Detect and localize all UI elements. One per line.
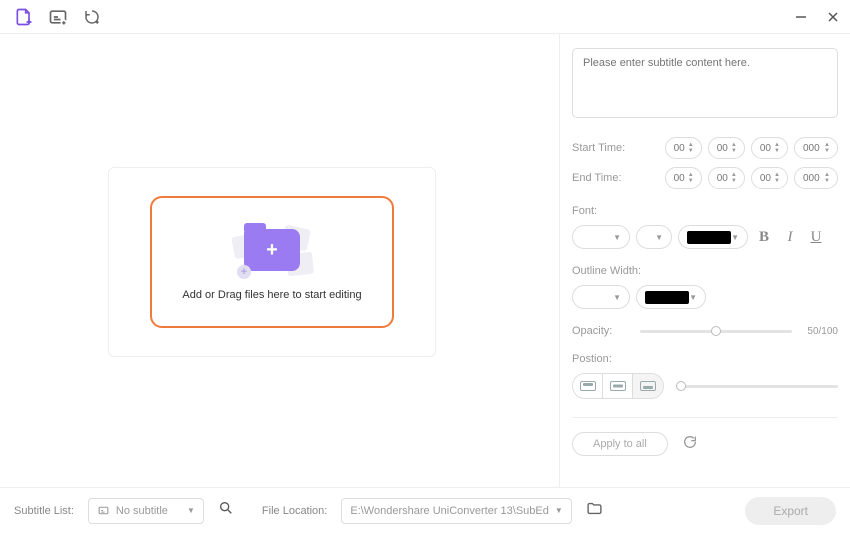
start-hh-stepper[interactable]: 00▲▼ — [665, 137, 702, 159]
tab-add-file-icon[interactable] — [14, 7, 34, 27]
outline-controls-row: ▼ ▼ — [572, 285, 838, 309]
position-bottom-button[interactable] — [633, 374, 663, 398]
position-controls — [572, 373, 838, 399]
italic-button[interactable]: I — [780, 227, 800, 247]
open-folder-icon[interactable] — [586, 500, 603, 522]
dropzone-folder-icon: + + — [241, 223, 303, 277]
opacity-value: 50/100 — [800, 326, 838, 337]
search-icon[interactable] — [218, 500, 234, 521]
underline-button[interactable]: U — [806, 227, 826, 247]
tab-add-subtitle-icon[interactable] — [48, 7, 68, 27]
footer: Subtitle List: No subtitle ▼ File Locati… — [0, 487, 850, 533]
close-button[interactable] — [824, 8, 842, 26]
outline-color-swatch — [645, 291, 689, 304]
dropzone[interactable]: + + Add or Drag files here to start edit… — [150, 196, 394, 328]
opacity-row: Opacity: 50/100 — [572, 325, 838, 337]
subtitle-content-input[interactable] — [572, 48, 838, 118]
font-controls-row: ▼ ▼ ▼ B I U — [572, 225, 838, 249]
bold-button[interactable]: B — [754, 227, 774, 247]
start-mm-stepper[interactable]: 00▲▼ — [708, 137, 745, 159]
start-ms-stepper[interactable]: 000▲▼ — [794, 137, 838, 159]
start-ss-stepper[interactable]: 00▲▼ — [751, 137, 788, 159]
font-color-swatch — [687, 231, 731, 244]
position-slider[interactable] — [676, 385, 838, 388]
tab-restore-icon[interactable] — [82, 7, 102, 27]
font-family-select[interactable]: ▼ — [572, 225, 630, 249]
window-controls — [792, 8, 842, 26]
end-time-row: End Time: 00▲▼ 00▲▼ 00▲▼ 000▲▼ — [572, 167, 838, 189]
export-button[interactable]: Export — [745, 497, 836, 525]
end-ss-stepper[interactable]: 00▲▼ — [751, 167, 788, 189]
titlebar — [0, 0, 850, 34]
apply-row: Apply to all — [572, 432, 838, 456]
start-time-label: Start Time: — [572, 142, 642, 154]
file-location-label: File Location: — [262, 505, 327, 517]
divider — [572, 417, 838, 418]
start-time-row: Start Time: 00▲▼ 00▲▼ 00▲▼ 000▲▼ — [572, 137, 838, 159]
controls-pane: Start Time: 00▲▼ 00▲▼ 00▲▼ 000▲▼ End Tim… — [560, 34, 850, 487]
position-label: Postion: — [572, 353, 838, 365]
end-time-label: End Time: — [572, 172, 642, 184]
minimize-button[interactable] — [792, 8, 810, 26]
file-location-select[interactable]: E:\Wondershare UniConverter 13\SubEd ▼ — [341, 498, 571, 524]
font-size-select[interactable]: ▼ — [636, 225, 672, 249]
main: + + Add or Drag files here to start edit… — [0, 34, 850, 487]
opacity-label: Opacity: — [572, 325, 632, 337]
preview-pane: + + Add or Drag files here to start edit… — [0, 34, 560, 487]
subtitle-list-select[interactable]: No subtitle ▼ — [88, 498, 204, 524]
opacity-slider[interactable] — [640, 330, 792, 333]
position-middle-button[interactable] — [603, 374, 633, 398]
position-top-button[interactable] — [573, 374, 603, 398]
preview-card: + + Add or Drag files here to start edit… — [108, 167, 436, 357]
outline-color-select[interactable]: ▼ — [636, 285, 706, 309]
apply-to-all-button[interactable]: Apply to all — [572, 432, 668, 456]
position-segment — [572, 373, 664, 399]
font-label: Font: — [572, 205, 838, 217]
outline-width-select[interactable]: ▼ — [572, 285, 630, 309]
outline-label: Outline Width: — [572, 265, 838, 277]
end-hh-stepper[interactable]: 00▲▼ — [665, 167, 702, 189]
dropzone-text: Add or Drag files here to start editing — [182, 289, 361, 301]
titlebar-tabs — [8, 7, 102, 27]
reset-icon[interactable] — [682, 434, 698, 455]
subtitle-icon — [97, 504, 110, 517]
subtitle-list-label: Subtitle List: — [14, 505, 74, 517]
font-color-select[interactable]: ▼ — [678, 225, 748, 249]
end-ms-stepper[interactable]: 000▲▼ — [794, 167, 838, 189]
end-mm-stepper[interactable]: 00▲▼ — [708, 167, 745, 189]
